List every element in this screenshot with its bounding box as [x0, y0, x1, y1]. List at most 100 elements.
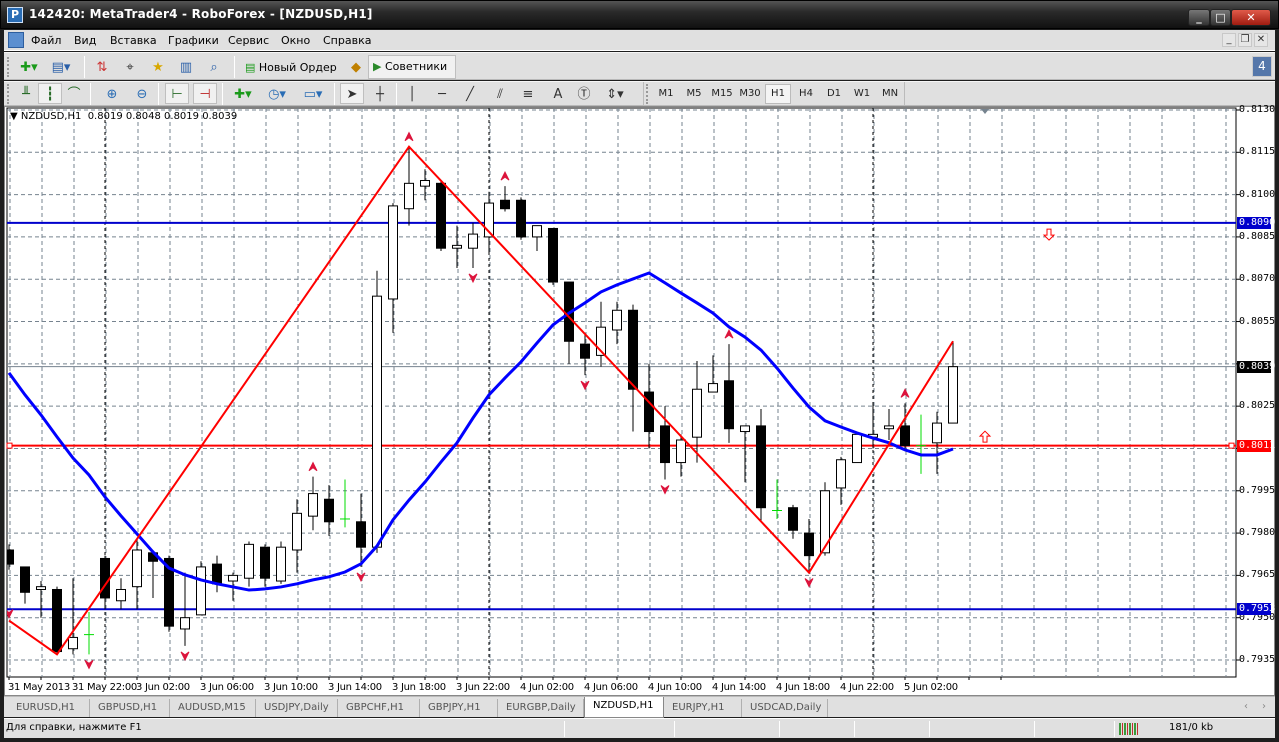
candle-bullish: [116, 588, 126, 602]
candle-bullish: [468, 233, 478, 249]
price-tick-label: 0.7935: [1239, 654, 1276, 665]
time-axis-label: 3 Jun 10:00: [264, 682, 318, 693]
candle-bullish: [388, 205, 398, 300]
candle-bullish: [836, 459, 846, 489]
candle-bullish: [180, 617, 190, 630]
price-tick-label: 0.7965: [1239, 569, 1276, 581]
chart-ohlc-header: NZDUSD,H1 0.8019 0.8048 0.8019 0.8039: [20, 111, 238, 122]
time-axis-label: 4 Jun 18:00: [776, 682, 830, 693]
price-tick-label: 0.8070: [1239, 273, 1276, 285]
candle-bullish: [404, 182, 414, 210]
tab-gbpchf-h1[interactable]: GBPCHF,H1: [338, 699, 420, 717]
candle-bearish: [756, 425, 766, 509]
candle-bearish: [724, 380, 734, 430]
price-tick-label: 0.7980: [1239, 527, 1276, 539]
candle-bullish: [292, 512, 302, 551]
time-axis-label: 4 Jun 06:00: [584, 682, 638, 693]
candle-bullish: [612, 309, 622, 331]
candle-bearish: [324, 498, 334, 523]
horizontal-line-price-label: 0.8090: [1237, 216, 1276, 229]
candle-bearish: [212, 563, 222, 585]
status-bar: Для справки, нажмите F1 181/0 kb: [4, 718, 1275, 738]
candle-bullish: [244, 543, 254, 579]
candle-bullish: [372, 295, 382, 548]
tab-eurjpy-h1[interactable]: EURJPY,H1: [664, 699, 742, 717]
time-axis-label: 5 Jun 02:00: [904, 682, 958, 693]
candle-bullish: [932, 422, 942, 444]
candle-bullish: [852, 433, 862, 464]
price-tick-label: 0.8115: [1239, 146, 1276, 158]
tab-eurusd-h1[interactable]: EURUSD,H1: [8, 699, 90, 717]
price-tick-label: 0.8025: [1239, 400, 1276, 412]
candle-bullish: [532, 225, 542, 238]
candle-bearish: [788, 507, 798, 531]
candle-bullish: [884, 425, 894, 430]
candle-bullish: [228, 574, 238, 582]
chart-tabs: EURUSD,H1 GBPUSD,H1 AUDUSD,M15 USDJPY,Daily…: [4, 696, 1275, 718]
candle-bearish: [356, 521, 366, 548]
candle-bullish: [420, 180, 430, 187]
price-tick-label: 0.8055: [1239, 315, 1276, 327]
candle-bearish: [516, 199, 526, 238]
tab-usdcad-daily[interactable]: USDCAD,Daily: [742, 699, 828, 717]
candle-bullish: [36, 586, 46, 590]
traffic-status: 181/0 kb: [1169, 722, 1214, 733]
time-axis-label: 3 Jun 14:00: [328, 682, 382, 693]
tab-gbpusd-h1[interactable]: GBPUSD,H1: [90, 699, 170, 717]
line-handle-square: [6, 442, 13, 449]
candle-bearish: [580, 343, 590, 359]
line-handle-square: [1228, 442, 1235, 449]
tab-nzdusd-h1[interactable]: NZDUSD,H1: [584, 697, 664, 718]
candle-bullish: [308, 493, 318, 517]
candle-bullish: [196, 566, 206, 616]
price-tick-label: 0.8130: [1239, 104, 1276, 115]
candle-bullish: [132, 549, 142, 588]
candle-bearish: [548, 227, 558, 283]
candle-bearish: [100, 557, 110, 599]
time-axis-label: 3 Jun 18:00: [392, 682, 446, 693]
candle-bullish: [676, 439, 686, 464]
candle-bullish: [68, 636, 78, 650]
time-axis-label: 31 May 22:00: [72, 682, 137, 693]
candle-bullish: [708, 383, 718, 393]
candle-bearish: [436, 182, 446, 249]
candle-bullish: [740, 425, 750, 433]
price-tick-label: 0.8085: [1239, 230, 1276, 242]
candle-bearish: [628, 309, 638, 390]
candle-bullish: [276, 546, 286, 582]
time-axis-label: 4 Jun 14:00: [712, 682, 766, 693]
time-axis-label: 31 May 2013: [8, 682, 70, 693]
candle-bullish: [452, 244, 462, 249]
bid-price-label: 0.8039: [1237, 360, 1276, 373]
time-axis-label: 4 Jun 02:00: [520, 682, 574, 693]
time-axis-label: 3 Jun 02:00: [136, 682, 190, 693]
chart-menu-triangle-icon[interactable]: ▼: [10, 111, 21, 122]
tab-scroll-right-icon[interactable]: ›: [1262, 701, 1266, 712]
connection-status-icon[interactable]: [1119, 723, 1139, 735]
time-axis-label: 4 Jun 22:00: [840, 682, 894, 693]
price-tick-label: 0.7995: [1239, 484, 1276, 496]
candle-bearish: [660, 425, 670, 464]
tab-eurgbp-daily[interactable]: EURGBP,Daily: [498, 699, 584, 717]
tab-audusd-m15[interactable]: AUDUSD,M15: [170, 699, 256, 717]
candle-bullish: [692, 388, 702, 438]
tab-scroll-left-icon[interactable]: ‹: [1244, 701, 1248, 712]
time-axis-label: 3 Jun 06:00: [200, 682, 254, 693]
time-axis-label: 4 Jun 10:00: [648, 682, 702, 693]
chart-header: ▼ NZDUSD,H1 0.8019 0.8048 0.8019 0.8039: [10, 111, 237, 122]
candle-bearish: [52, 588, 62, 653]
candle-bearish: [804, 532, 814, 557]
horizontal-line-price-label: 0.8011: [1237, 439, 1276, 452]
candle-bullish: [948, 366, 958, 424]
candle-bearish: [7, 549, 14, 565]
candle-bearish: [900, 425, 910, 447]
price-tick-label: 0.8100: [1239, 188, 1276, 200]
tab-gbpjpy-h1[interactable]: GBPJPY,H1: [420, 699, 498, 717]
help-text: Для справки, нажмите F1: [6, 722, 142, 733]
candle-bearish: [260, 546, 270, 579]
chart-plot-area: [6, 107, 1237, 678]
candle-bearish: [500, 199, 510, 210]
time-axis-label: 3 Jun 22:00: [456, 682, 510, 693]
candle-bearish: [20, 566, 30, 593]
tab-usdjpy-daily[interactable]: USDJPY,Daily: [256, 699, 338, 717]
